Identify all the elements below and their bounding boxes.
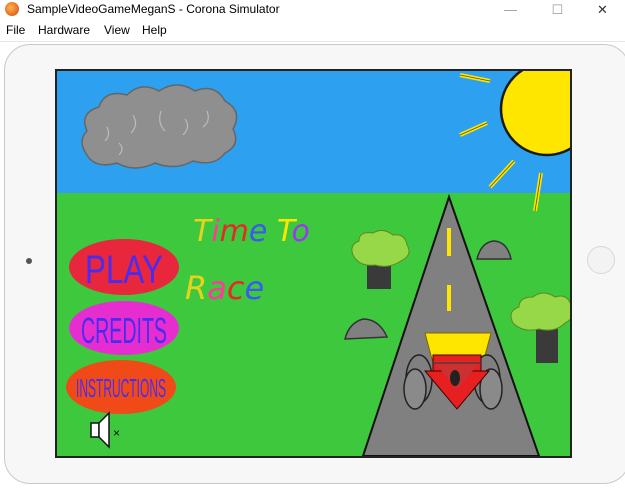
credits-button-label: CREDITS: [81, 310, 167, 351]
mute-mark: ×: [113, 426, 120, 440]
game-screen: Time To Race PLAY CREDITS INSTRUCTIONS ×: [55, 69, 572, 458]
game-canvas: Time To Race PLAY CREDITS INSTRUCTIONS ×: [57, 71, 570, 456]
menu-hardware[interactable]: Hardware: [38, 23, 90, 37]
home-button[interactable]: [587, 246, 615, 274]
play-button-label: PLAY: [85, 248, 163, 292]
menu-view[interactable]: View: [104, 23, 130, 37]
instructions-button-label: INSTRUCTIONS: [76, 373, 166, 403]
instructions-button[interactable]: INSTRUCTIONS: [66, 360, 176, 414]
maximize-icon[interactable]: ☐: [535, 0, 580, 20]
camera-icon: [26, 258, 32, 264]
menu-file[interactable]: File: [6, 23, 25, 37]
lane-marking: [447, 285, 451, 311]
play-button[interactable]: PLAY: [69, 239, 179, 295]
game-title-line2: Race: [185, 269, 264, 307]
menu-help[interactable]: Help: [142, 23, 167, 37]
corona-simulator-icon: [5, 2, 19, 16]
minimize-icon[interactable]: —: [488, 0, 533, 20]
lane-marking: [447, 228, 451, 256]
game-title-line1: Time To: [193, 214, 310, 249]
close-icon[interactable]: ✕: [580, 0, 625, 20]
window-title: SampleVideoGameMeganS - Corona Simulator: [27, 2, 280, 16]
cloud: [81, 84, 238, 169]
menu-bar: File Hardware View Help: [0, 21, 625, 42]
credits-button[interactable]: CREDITS: [69, 301, 179, 355]
title-bar: SampleVideoGameMeganS - Corona Simulator…: [0, 0, 625, 20]
